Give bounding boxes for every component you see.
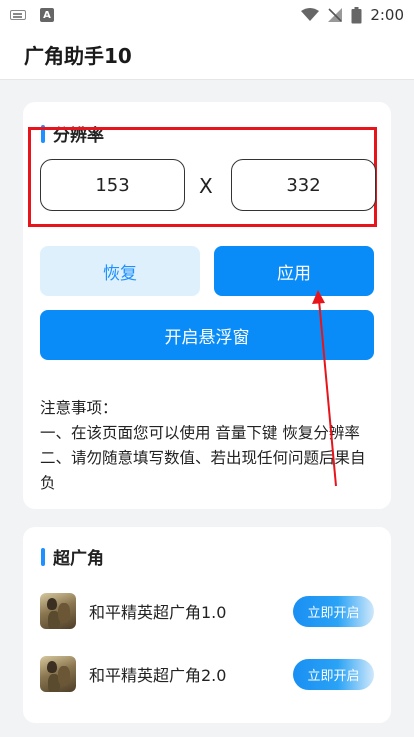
notes-heading: 注意事项： xyxy=(40,399,118,417)
game-thumbnail xyxy=(40,656,76,692)
open-now-button[interactable]: 立即开启 xyxy=(293,658,374,690)
section-accent-bar xyxy=(41,547,45,566)
notes-line-2: 二、请勿随意填写数值、若出现任何问题后果自负 xyxy=(40,449,366,492)
keyboard-icon xyxy=(10,10,26,20)
size-separator: X xyxy=(199,174,213,198)
wide-angle-title-text: 超广角 xyxy=(53,549,104,569)
restore-button[interactable]: 恢复 xyxy=(40,246,200,296)
wifi-icon xyxy=(301,8,320,21)
wide-angle-section-title: 超广角 xyxy=(41,544,104,569)
notes-block: 注意事项： 一、在该页面您可以使用 音量下键 恢复分辨率 二、请勿随意填写数值、… xyxy=(40,396,380,496)
status-bar: A 2:00 xyxy=(0,0,414,30)
game-thumbnail xyxy=(40,593,76,629)
height-input[interactable]: 332 xyxy=(231,159,376,211)
open-floating-window-button[interactable]: 开启悬浮窗 xyxy=(40,310,374,360)
wide-angle-card: 超广角 和平精英超广角1.0 立即开启 和平精英超广角2.0 立即开启 xyxy=(23,527,391,723)
app-bar: 广角助手10 xyxy=(0,30,414,80)
clock: 2:00 xyxy=(370,6,404,24)
game-name: 和平精英超广角1.0 xyxy=(89,603,227,622)
game-name: 和平精英超广角2.0 xyxy=(89,666,227,685)
open-now-button[interactable]: 立即开启 xyxy=(293,595,374,627)
page-title: 广角助手10 xyxy=(24,44,132,68)
battery-icon xyxy=(351,6,362,23)
a-app-icon: A xyxy=(40,8,54,22)
list-item: 和平精英超广角1.0 立即开启 xyxy=(40,591,374,631)
apply-button[interactable]: 应用 xyxy=(214,246,374,296)
notes-line-1: 一、在该页面您可以使用 音量下键 恢复分辨率 xyxy=(40,424,360,442)
width-input[interactable]: 153 xyxy=(40,159,185,211)
list-item: 和平精英超广角2.0 立即开启 xyxy=(40,654,374,694)
signal-off-icon xyxy=(328,8,343,22)
resolution-card: 分辨率 153 X 332 恢复 应用 开启悬浮窗 注意事项： 一、在该页面您可… xyxy=(23,102,391,509)
